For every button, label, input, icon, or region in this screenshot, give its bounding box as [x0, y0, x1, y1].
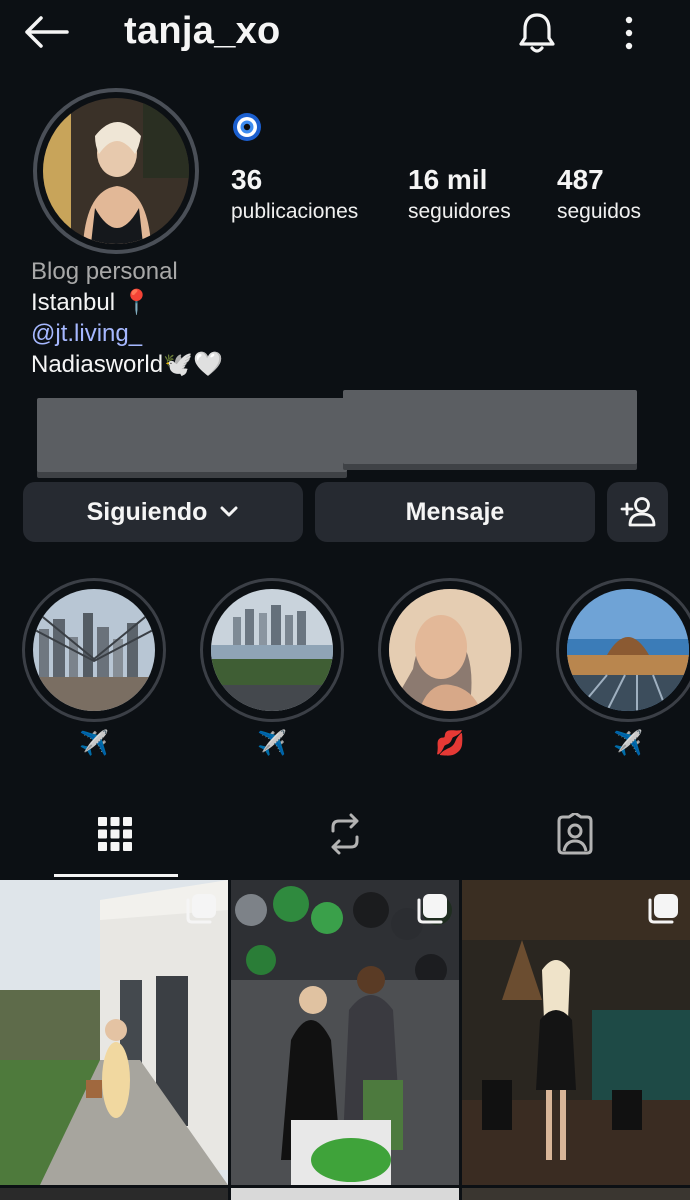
profile-avatar-ring[interactable] [33, 88, 199, 254]
highlight-label: ✈️ [257, 729, 287, 757]
profile-username: tanja_xo [124, 10, 281, 52]
message-button[interactable]: Mensaje [315, 482, 595, 542]
post-thumbnail[interactable] [462, 1188, 690, 1200]
bio-mention-link[interactable]: @jt.living_ [31, 318, 651, 349]
bio-category: Blog personal [31, 258, 178, 285]
active-tab-indicator [54, 874, 178, 877]
tab-grid[interactable] [0, 790, 230, 878]
evil-eye-icon [233, 113, 261, 141]
highlight-image [211, 589, 333, 711]
multi-post-icon [417, 894, 447, 924]
post-thumbnail[interactable] [231, 880, 459, 1185]
chevron-down-icon [220, 506, 238, 517]
more-options-button[interactable] [608, 10, 650, 56]
redacted-block [343, 390, 637, 464]
tagged-person-icon [557, 813, 593, 855]
stat-following-label: seguidos [557, 200, 642, 223]
stat-posts[interactable]: 36 publicaciones [231, 164, 358, 224]
following-button-label: Siguiendo [86, 497, 208, 526]
highlight-ring [378, 578, 522, 722]
stat-posts-count: 36 [231, 164, 263, 195]
avatar-photo [43, 98, 189, 244]
posts-grid [0, 880, 690, 1200]
person-add-icon [620, 497, 655, 527]
notifications-button[interactable] [512, 10, 562, 56]
stat-followers-label: seguidores [408, 200, 511, 223]
post-thumbnail[interactable] [462, 880, 690, 1185]
multi-post-icon [186, 894, 216, 924]
highlight-label: ✈️ [79, 729, 109, 757]
more-vertical-icon [625, 16, 633, 50]
stat-followers-count: 16 mil [408, 164, 488, 195]
profile-tabs [0, 790, 690, 878]
stat-followers[interactable]: 16 mil seguidores [408, 164, 511, 224]
message-button-label: Mensaje [405, 497, 505, 526]
bell-icon [519, 13, 555, 53]
grid-icon [98, 817, 132, 851]
highlight-label: 💋 [435, 729, 465, 757]
stat-posts-label: publicaciones [231, 200, 359, 223]
profile-bio: Blog personal Istanbul 📍 @jt.living_ Nad… [31, 256, 651, 380]
redacted-block [37, 398, 347, 472]
tab-reposts[interactable] [230, 790, 460, 878]
highlight-item[interactable]: ✈️ [22, 578, 166, 760]
following-button[interactable]: Siguiendo [23, 482, 303, 542]
stat-following-count: 487 [557, 164, 604, 195]
top-bar: tanja_xo [0, 0, 690, 70]
back-button[interactable] [22, 12, 70, 52]
avatar[interactable] [43, 98, 189, 244]
highlight-ring [556, 578, 690, 722]
highlight-image [389, 589, 511, 711]
highlight-ring [200, 578, 344, 722]
highlight-item[interactable]: 💋 [378, 578, 522, 760]
bio-location: Istanbul 📍 [31, 289, 152, 316]
suggest-people-button[interactable] [607, 482, 668, 542]
highlight-ring [22, 578, 166, 722]
arrow-left-icon [25, 16, 69, 48]
repost-icon [331, 813, 359, 855]
multi-post-icon [648, 894, 678, 924]
tab-tagged[interactable] [460, 790, 690, 878]
highlight-image [567, 589, 689, 711]
bio-text: Nadiasworld🕊️🤍 [31, 351, 223, 378]
post-thumbnail[interactable] [0, 1188, 228, 1200]
highlight-label: ✈️ [613, 729, 643, 757]
post-thumbnail[interactable] [0, 880, 228, 1185]
stat-following[interactable]: 487 seguidos [557, 164, 641, 224]
post-thumbnail[interactable] [231, 1188, 459, 1200]
highlight-item[interactable]: ✈️ [200, 578, 344, 760]
highlight-image [33, 589, 155, 711]
highlight-item[interactable]: ✈️ [556, 578, 690, 760]
